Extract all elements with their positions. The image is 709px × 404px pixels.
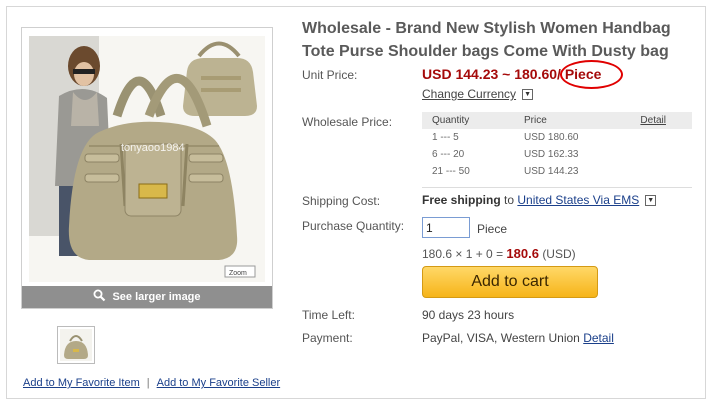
free-shipping-text: Free shipping	[422, 193, 501, 207]
tier-quantity: 1 --- 5	[432, 132, 459, 143]
see-larger-label: See larger image	[112, 291, 201, 303]
quantity-header: Quantity	[422, 112, 524, 129]
detail-link[interactable]: Detail	[640, 115, 666, 126]
time-left-label: Time Left:	[302, 308, 355, 322]
price-header: Price	[524, 112, 611, 129]
wholesale-price-label: Wholesale Price:	[302, 115, 393, 129]
change-currency-label: Change Currency	[422, 87, 517, 101]
tier-price: USD 144.23	[524, 166, 579, 177]
table-row: 21 --- 50 USD 144.23	[422, 163, 692, 180]
purchase-quantity-label: Purchase Quantity:	[302, 219, 405, 233]
payment-methods-text: PayPal, VISA, Western Union	[422, 331, 580, 345]
calc-expression: 180.6 × 1 + 0 =	[422, 247, 504, 261]
favorite-links: Add to My Favorite Item | Add to My Favori…	[23, 377, 280, 389]
main-product-photo[interactable]: tonyaoo1984 Zoom See larger image	[21, 27, 273, 309]
add-favorite-item-link[interactable]: Add to My Favorite Item	[23, 377, 140, 389]
payment-detail-link[interactable]: Detail	[583, 331, 614, 345]
shipping-cost: Free shipping to United States Via EMS ▼	[422, 193, 657, 207]
link-separator: |	[146, 377, 150, 389]
shipping-cost-label: Shipping Cost:	[302, 194, 381, 208]
tier-quantity: 6 --- 20	[432, 149, 465, 160]
dropdown-arrow-icon[interactable]: ▼	[522, 89, 534, 101]
quantity-input[interactable]	[422, 217, 470, 238]
calc-total: 180.6	[506, 246, 539, 261]
magnifier-icon	[93, 289, 106, 305]
unit-price-label: Unit Price:	[302, 68, 358, 82]
tier-price: USD 180.60	[524, 132, 579, 143]
quantity-unit: Piece	[477, 222, 508, 236]
tier-quantity: 21 --- 50	[432, 166, 470, 177]
payment-label: Payment:	[302, 331, 353, 345]
divider	[422, 187, 692, 188]
wholesale-price-table: Quantity Price Detail 1 --- 5 USD 180.60…	[422, 112, 692, 180]
add-to-cart-button[interactable]: Add to cart	[422, 266, 598, 298]
tier-price: USD 162.33	[524, 149, 579, 160]
shipping-to-text: to	[504, 193, 515, 207]
time-left-value: 90 days 23 hours	[422, 308, 515, 322]
change-currency-link[interactable]: Change Currency ▼	[422, 87, 534, 101]
photo-tag: Zoom	[229, 270, 247, 277]
shipping-destination-link[interactable]: United States Via EMS	[517, 193, 639, 207]
highlight-circle	[560, 60, 623, 89]
payment-methods: PayPal, VISA, Western Union Detail	[422, 331, 614, 345]
calc-currency: (USD)	[542, 247, 576, 261]
add-favorite-seller-link[interactable]: Add to My Favorite Seller	[157, 377, 281, 389]
thumbnail-image[interactable]	[57, 326, 95, 364]
product-title: Wholesale - Brand New Stylish Women Hand…	[302, 20, 671, 60]
watermark: tonyaoo1984	[121, 142, 185, 154]
product-image[interactable]: tonyaoo1984 Zoom	[29, 36, 265, 282]
see-larger-image-button[interactable]: See larger image	[22, 286, 272, 308]
dropdown-arrow-icon[interactable]: ▼	[645, 195, 657, 207]
price-calculation: 180.6 × 1 + 0 = 180.6 (USD)	[422, 246, 576, 261]
unit-price-value: USD 144.23 ~ 180.60	[422, 66, 558, 82]
table-row: 1 --- 5 USD 180.60	[422, 129, 692, 146]
table-row: 6 --- 20 USD 162.33	[422, 146, 692, 163]
detail-header: Detail	[610, 112, 692, 129]
table-header-row: Quantity Price Detail	[422, 112, 692, 129]
